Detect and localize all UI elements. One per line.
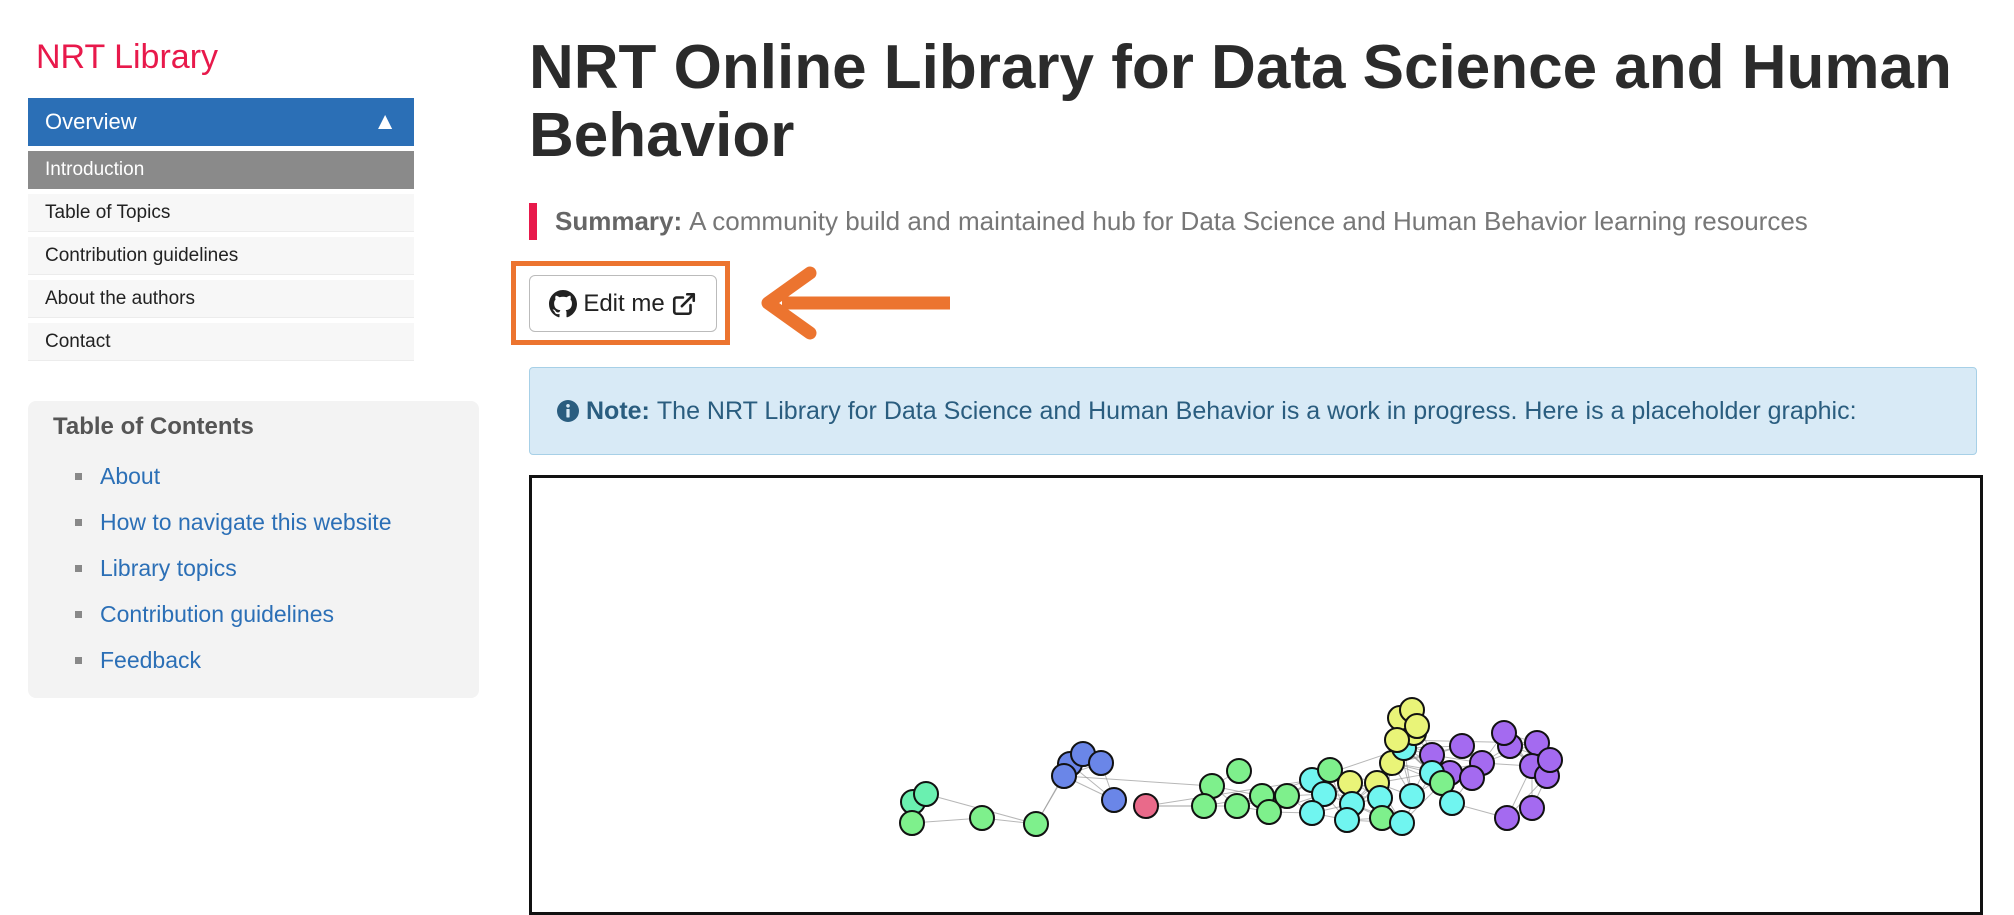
arrow-left-icon: [761, 266, 950, 340]
sidebar-item-contribution-guidelines[interactable]: Contribution guidelines: [28, 237, 414, 275]
graph-node: [1439, 790, 1465, 816]
graph-edge: [1063, 775, 1213, 787]
sidebar-nav: Overview ▲ Introduction Table of Topics …: [28, 98, 414, 366]
toc-item: About: [53, 453, 454, 499]
graph-node: [1384, 727, 1410, 753]
sidebar-item-about-the-authors[interactable]: About the authors: [28, 280, 414, 318]
bullet-icon: [75, 656, 82, 664]
graph-node: [913, 781, 939, 807]
graph-node: [1519, 795, 1545, 821]
graph-node: [1023, 811, 1049, 837]
table-of-contents: Table of Contents About How to navigate …: [28, 401, 479, 698]
graph-node: [1491, 720, 1517, 746]
edit-me-button[interactable]: Edit me: [529, 275, 717, 332]
toc-link-about[interactable]: About: [100, 463, 160, 490]
graph-node: [1389, 810, 1415, 836]
toc-link-contribution-guidelines[interactable]: Contribution guidelines: [100, 601, 334, 628]
toc-item: Feedback: [53, 637, 454, 683]
network-graph-placeholder: [529, 475, 1983, 915]
external-link-icon: [672, 292, 695, 315]
triangle-up-icon: ▲: [373, 108, 397, 135]
bullet-icon: [75, 518, 82, 526]
graph-node: [1537, 747, 1563, 773]
bullet-icon: [75, 564, 82, 572]
network-graph: [899, 697, 1563, 837]
toc-link-how-to-navigate[interactable]: How to navigate this website: [100, 509, 392, 536]
graph-node: [1459, 765, 1485, 791]
info-circle-icon: [557, 400, 579, 422]
graph-node: [969, 805, 995, 831]
summary-block: Summary: A community build and maintaine…: [529, 203, 1808, 240]
graph-node: [1494, 805, 1520, 831]
toc-item: Contribution guidelines: [53, 591, 454, 637]
brand-link[interactable]: NRT Library: [36, 38, 218, 77]
graph-node: [1449, 733, 1475, 759]
graph-node: [1256, 799, 1282, 825]
graph-node: [1133, 793, 1159, 819]
graph-node: [1226, 758, 1252, 784]
graph-node: [1299, 800, 1325, 826]
toc-link-feedback[interactable]: Feedback: [100, 647, 201, 674]
summary-label: Summary:: [555, 206, 683, 236]
edit-me-label: Edit me: [583, 289, 665, 317]
summary-text: A community build and maintained hub for…: [689, 206, 1808, 236]
page-title: NRT Online Library for Data Science and …: [529, 33, 1952, 170]
bullet-icon: [75, 472, 82, 480]
graph-node: [1101, 787, 1127, 813]
graph-node: [1191, 793, 1217, 819]
graph-node: [1051, 763, 1077, 789]
graph-node: [899, 810, 925, 836]
sidebar-item-contact[interactable]: Contact: [28, 323, 414, 361]
toc-title: Table of Contents: [53, 413, 254, 440]
nav-section-overview[interactable]: Overview ▲: [28, 98, 414, 146]
sidebar-item-table-of-topics[interactable]: Table of Topics: [28, 194, 414, 232]
toc-item: Library topics: [53, 545, 454, 591]
graph-node: [1224, 793, 1250, 819]
bullet-icon: [75, 610, 82, 618]
sidebar-item-introduction[interactable]: Introduction: [28, 151, 414, 189]
toc-link-library-topics[interactable]: Library topics: [100, 555, 237, 582]
graph-node: [1399, 783, 1425, 809]
note-label: Note:: [586, 396, 650, 425]
nav-section-label: Overview: [45, 109, 137, 134]
toc-item: How to navigate this website: [53, 499, 454, 545]
graph-node: [1334, 807, 1360, 833]
graph-node: [1088, 750, 1114, 776]
note-text: The NRT Library for Data Science and Hum…: [656, 396, 1857, 425]
github-icon: [549, 289, 578, 317]
note-alert: Note: The NRT Library for Data Science a…: [529, 367, 1977, 455]
